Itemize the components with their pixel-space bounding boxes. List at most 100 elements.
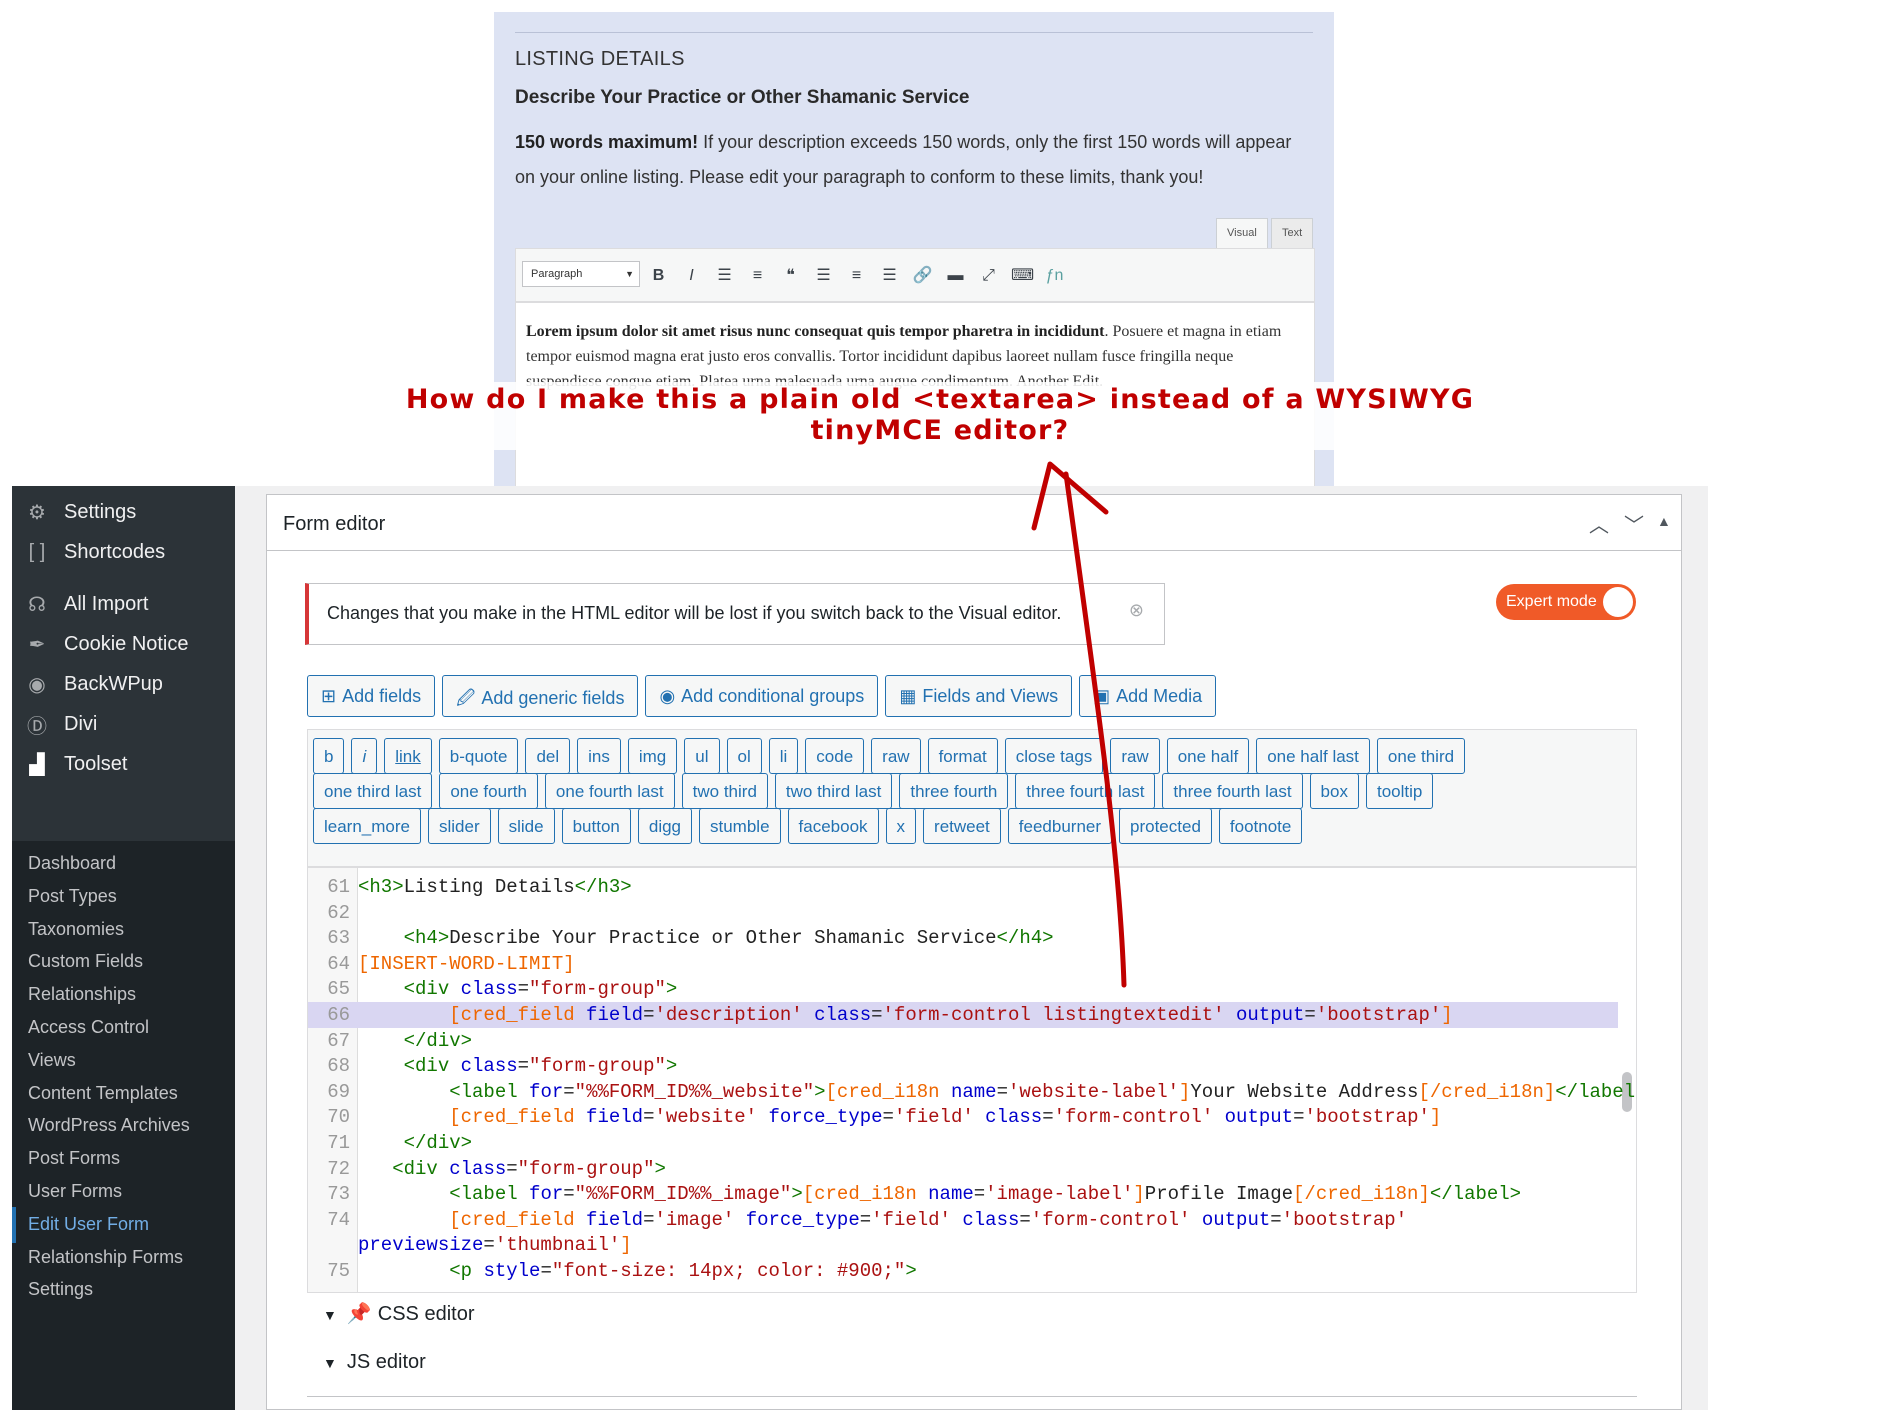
- bold-icon[interactable]: B: [648, 265, 669, 286]
- align-left-icon[interactable]: ☰: [813, 265, 834, 286]
- quicktag-b-quote[interactable]: b-quote: [438, 738, 519, 774]
- sidebar-item-divi[interactable]: Ⓓ Divi: [12, 704, 235, 744]
- code-token: >: [665, 978, 678, 1001]
- tab-visual[interactable]: Visual: [1216, 218, 1268, 248]
- sidebar-item-all-import[interactable]: ☊ All Import: [12, 584, 235, 624]
- quicktag-format[interactable]: format: [927, 738, 998, 774]
- move-down-icon[interactable]: ﹀: [1624, 509, 1644, 538]
- link-icon[interactable]: 🔗: [912, 265, 933, 286]
- fullscreen-icon[interactable]: ⤢: [978, 265, 999, 286]
- sidebar-item-backwpup[interactable]: ◉ BackWPup: [12, 664, 235, 704]
- dismiss-icon[interactable]: ⊗: [1129, 600, 1144, 621]
- code-token: </h4>: [996, 927, 1054, 950]
- quicktag-three-fourth-last[interactable]: three fourth last: [1162, 773, 1303, 809]
- quicktag-ol[interactable]: ol: [726, 738, 762, 774]
- quicktag-one-half-last[interactable]: one half last: [1256, 738, 1370, 774]
- quicktag-ul[interactable]: ul: [684, 738, 720, 774]
- quicktag-two-third-last[interactable]: two third last: [774, 773, 893, 809]
- function-icon[interactable]: ƒn: [1044, 265, 1065, 286]
- submenu-item-post-forms[interactable]: Post Forms: [28, 1148, 120, 1169]
- fields-and-views-button[interactable]: ▦ Fields and Views: [885, 675, 1073, 717]
- align-right-icon[interactable]: ☰: [879, 265, 900, 286]
- submenu-item-taxonomies[interactable]: Taxonomies: [28, 919, 124, 940]
- quicktag-slider[interactable]: slider: [428, 808, 491, 844]
- expert-mode-toggle[interactable]: Expert mode: [1496, 584, 1636, 620]
- add-generic-fields-button[interactable]: 🖉 Add generic fields: [442, 675, 639, 717]
- quicktag-img[interactable]: img: [627, 738, 678, 774]
- quicktag-b[interactable]: b: [313, 738, 345, 774]
- code-token: field: [586, 1208, 644, 1231]
- sidebar-item-cookie-notice[interactable]: ✒ Cookie Notice: [12, 624, 235, 664]
- html-code-editor[interactable]: 61 <h3>Listing Details</h3> 62 63 <h4>Descr…: [307, 867, 1637, 1293]
- sidebar-item-toolset[interactable]: ▟ Toolset: [12, 744, 235, 784]
- submenu-item-content-templates[interactable]: Content Templates: [28, 1083, 178, 1104]
- quicktag-button[interactable]: button: [561, 808, 631, 844]
- quicktag-li[interactable]: li: [768, 738, 799, 774]
- submenu-item-views[interactable]: Views: [28, 1050, 76, 1071]
- add-conditional-groups-button[interactable]: ◉ Add conditional groups: [645, 675, 879, 717]
- quicktag-i[interactable]: i: [351, 738, 378, 774]
- quicktag-one-third[interactable]: one third: [1376, 738, 1466, 774]
- quicktag-retweet[interactable]: retweet: [923, 808, 1001, 844]
- bullet-list-icon[interactable]: ☰: [714, 265, 735, 286]
- quicktag-digg[interactable]: digg: [637, 808, 692, 844]
- submenu-item-dashboard[interactable]: Dashboard: [28, 853, 116, 874]
- toolbar-icons: B I ☰ ≡ ❝ ☰ ≡ ☰ 🔗 ▬ ⤢ ⌨ ƒn: [648, 265, 1065, 286]
- sidebar-item-settings[interactable]: ⚙ Settings: [12, 492, 235, 532]
- quicktag-slide[interactable]: slide: [497, 808, 555, 844]
- quicktag-two-third[interactable]: two third: [681, 773, 768, 809]
- submenu-item-user-forms[interactable]: User Forms: [28, 1181, 122, 1202]
- collapse-toggle-icon[interactable]: ▲: [1657, 513, 1671, 529]
- quicktag-box[interactable]: box: [1309, 773, 1359, 809]
- tab-text[interactable]: Text: [1271, 218, 1314, 248]
- add-fields-button[interactable]: ⊞ Add fields: [307, 675, 436, 717]
- submenu-item-relationships[interactable]: Relationships: [28, 984, 136, 1005]
- align-center-icon[interactable]: ≡: [846, 265, 867, 286]
- code-token: </div>: [403, 1132, 473, 1154]
- quicktag-three-fourth-last[interactable]: three fourth last: [1015, 773, 1156, 809]
- quicktag-one-third-last[interactable]: one third last: [313, 773, 433, 809]
- quicktag-footnote[interactable]: footnote: [1218, 808, 1303, 844]
- quicktag-stumble[interactable]: stumble: [699, 808, 781, 844]
- quicktag-del[interactable]: del: [525, 738, 571, 774]
- quicktag-one-fourth[interactable]: one fourth: [439, 773, 538, 809]
- submenu-item-wordpress-archives[interactable]: WordPress Archives: [28, 1115, 190, 1136]
- quicktag-raw[interactable]: raw: [1110, 738, 1160, 774]
- quicktag-three-fourth[interactable]: three fourth: [899, 773, 1009, 809]
- js-editor-toggle[interactable]: ▼ JS editor: [323, 1351, 426, 1374]
- submenu-item-access-control[interactable]: Access Control: [28, 1017, 149, 1038]
- quicktag-learn_more[interactable]: learn_more: [313, 808, 421, 844]
- submenu-item-custom-fields[interactable]: Custom Fields: [28, 951, 143, 972]
- quicktag-one-half[interactable]: one half: [1166, 738, 1250, 774]
- submenu-item-relationship-forms[interactable]: Relationship Forms: [28, 1247, 183, 1268]
- italic-icon[interactable]: I: [681, 265, 702, 286]
- code-token: =: [882, 1106, 894, 1129]
- read-more-icon[interactable]: ▬: [945, 265, 966, 286]
- css-editor-toggle[interactable]: ▼ 📌 CSS editor: [323, 1301, 474, 1326]
- keyboard-icon[interactable]: ⌨: [1011, 265, 1034, 286]
- numbered-list-icon[interactable]: ≡: [747, 265, 768, 286]
- quicktag-tooltip[interactable]: tooltip: [1365, 773, 1434, 809]
- quicktag-close-tags[interactable]: close tags: [1004, 738, 1104, 774]
- submenu-item-edit-user-form[interactable]: Edit User Form: [28, 1214, 149, 1235]
- move-up-icon[interactable]: ︿: [1589, 509, 1609, 538]
- quicktag-facebook[interactable]: facebook: [787, 808, 879, 844]
- add-media-button[interactable]: ▣ Add Media: [1079, 675, 1217, 717]
- quicktag-ins[interactable]: ins: [577, 738, 621, 774]
- quicktag-one-fourth-last[interactable]: one fourth last: [544, 773, 675, 809]
- quicktag-protected[interactable]: protected: [1119, 808, 1212, 844]
- blockquote-icon[interactable]: ❝: [780, 265, 801, 286]
- quicktag-feedburner[interactable]: feedburner: [1007, 808, 1113, 844]
- sidebar-item-shortcodes[interactable]: [ ] Shortcodes: [12, 532, 235, 572]
- submenu-item-post-types[interactable]: Post Types: [28, 886, 117, 907]
- format-select[interactable]: Paragraph ▼: [522, 261, 640, 287]
- submenu-item-settings[interactable]: Settings: [28, 1279, 93, 1300]
- quicktag-link[interactable]: link: [384, 738, 432, 774]
- quicktag-x[interactable]: x: [885, 808, 917, 844]
- quicktag-code[interactable]: code: [805, 738, 865, 774]
- quicktag-raw[interactable]: raw: [871, 738, 921, 774]
